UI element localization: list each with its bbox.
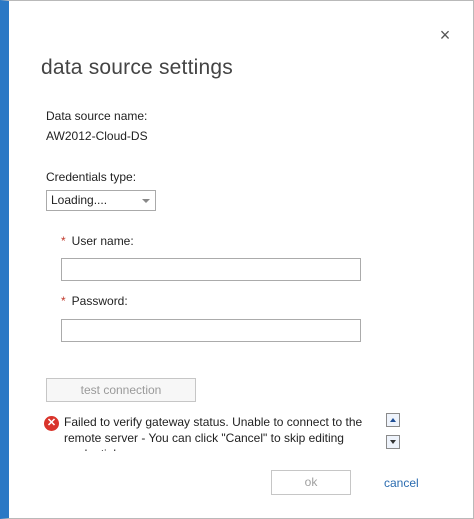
- credentials-type-dropdown[interactable]: Loading....: [46, 190, 156, 211]
- scroll-up-icon[interactable]: [386, 413, 400, 427]
- password-label: * Password:: [61, 294, 128, 308]
- data-source-settings-dialog: × data source settings Data source name:…: [0, 0, 474, 519]
- credentials-type-selected-value: Loading....: [51, 193, 108, 207]
- cancel-link[interactable]: cancel: [384, 476, 419, 490]
- scroll-down-icon[interactable]: [386, 435, 400, 449]
- ok-button[interactable]: ok: [271, 470, 351, 495]
- data-source-name-label: Data source name:: [46, 109, 148, 123]
- user-name-label: * User name:: [61, 234, 134, 248]
- error-message: Failed to verify gateway status. Unable …: [64, 415, 363, 451]
- password-input[interactable]: [61, 319, 361, 342]
- required-marker: *: [61, 234, 66, 248]
- error-icon: ✕: [44, 416, 59, 431]
- test-connection-button[interactable]: test connection: [46, 378, 196, 402]
- close-icon[interactable]: ×: [437, 26, 453, 44]
- error-message-area: ✕ Failed to verify gateway status. Unabl…: [44, 413, 404, 451]
- credentials-type-label: Credentials type:: [46, 170, 137, 184]
- user-name-input[interactable]: [61, 258, 361, 281]
- dialog-title: data source settings: [41, 56, 233, 79]
- required-marker: *: [61, 294, 66, 308]
- data-source-name-value: AW2012-Cloud-DS: [46, 129, 148, 143]
- password-label-text: Password:: [71, 294, 128, 308]
- chevron-down-icon: [142, 199, 150, 203]
- user-name-label-text: User name:: [71, 234, 134, 248]
